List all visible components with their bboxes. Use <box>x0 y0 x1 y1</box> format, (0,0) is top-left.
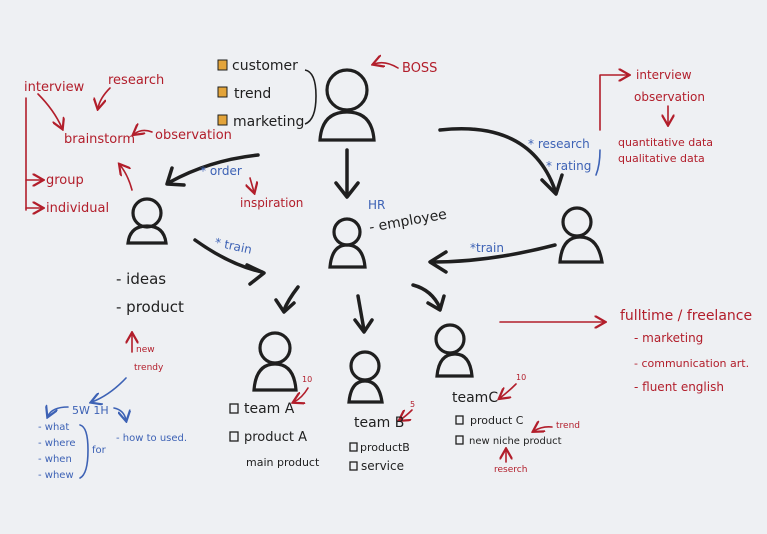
employee-to-team-b-arrow <box>353 294 374 334</box>
wh-what: - what <box>38 422 69 433</box>
team-c-name: teamC <box>452 390 498 406</box>
employee-to-team-c-arrow <box>411 283 446 312</box>
train-right-label: *train <box>470 241 504 255</box>
individual-label: individual <box>46 201 109 216</box>
org-diagram: customer trend marketing BOSS HR - emplo… <box>24 0 752 481</box>
team-c-niche-product: new niche product <box>469 436 562 447</box>
boss-pointer-arrow <box>374 63 399 69</box>
team-a-name: team A <box>244 401 295 417</box>
wh-when: - when <box>38 454 72 465</box>
person-to-brainstorm-arrow <box>120 165 133 191</box>
ideas-label: - ideas <box>116 270 166 288</box>
list-marketing: marketing <box>233 114 304 130</box>
how-to-label: - how to used. <box>116 433 187 444</box>
team-c-count: 10 <box>516 373 526 382</box>
wh-brace <box>79 424 89 479</box>
wh-where: - where <box>38 438 76 449</box>
team-c-niche-checkbox[interactable] <box>455 435 464 445</box>
qualitative-label: qualitative data <box>618 152 705 165</box>
team-b-name: team B <box>354 415 404 431</box>
five-w-arrow <box>92 377 127 402</box>
rating-connector <box>595 149 601 176</box>
rating-right: * rating <box>546 159 591 173</box>
order-label: * order <box>200 164 242 178</box>
five-w-left-arrow <box>48 407 69 416</box>
skill-english: - fluent english <box>634 380 724 394</box>
observation-left: observation <box>155 128 232 143</box>
team-c-product-checkbox[interactable] <box>455 415 464 425</box>
interview-arrow <box>37 93 62 128</box>
team-c-research: reserch <box>494 465 527 475</box>
interview-right-arrow <box>599 75 628 131</box>
list-trend: trend <box>234 86 271 102</box>
right-person-icon <box>558 206 604 264</box>
employee-to-team-a-arrow <box>274 285 300 314</box>
for-label: for <box>92 445 107 456</box>
team-a-person-icon <box>252 331 298 392</box>
team-b-product: productB <box>360 441 410 454</box>
new-label: new <box>136 345 155 355</box>
team-c-count-arrow <box>500 383 517 398</box>
trend-arrow <box>534 427 553 431</box>
trendy-label: trendy <box>134 363 164 373</box>
fulltime-label: fulltime / freelance <box>620 308 752 324</box>
marker-bullet <box>217 59 228 71</box>
skill-communication: - communication art. <box>634 357 749 370</box>
quantitative-label: quantitative data <box>618 136 713 149</box>
research-right: * research <box>528 137 590 151</box>
team-b-count: 5 <box>410 400 415 409</box>
list-brace <box>304 69 317 125</box>
observation-arrow <box>134 130 153 134</box>
team-a-checkbox[interactable] <box>229 403 239 414</box>
interview-left: interview <box>24 80 85 95</box>
inspiration-label: inspiration <box>240 196 303 210</box>
list-customer: customer <box>232 58 298 74</box>
research-left: research <box>108 73 164 88</box>
team-c-person-icon <box>434 323 474 378</box>
group-label: group <box>46 173 84 188</box>
team-a-count: 10 <box>302 375 312 384</box>
boss-person-icon <box>318 68 376 142</box>
skill-marketing: - marketing <box>634 331 703 345</box>
team-a-product: product A <box>244 430 307 445</box>
boss-label: BOSS <box>402 61 437 76</box>
five-w-right-arrow <box>113 407 126 420</box>
product-label: - product <box>116 298 184 316</box>
interview-right: interview <box>636 68 692 82</box>
hr-label: HR <box>368 198 385 212</box>
team-b-service: service <box>361 459 404 473</box>
wh-whew: - whew <box>38 470 74 481</box>
team-c-product: product C <box>470 414 524 427</box>
marker-bullet <box>217 86 228 98</box>
marker-bullet <box>217 114 228 126</box>
five-w-label: 5W 1H <box>72 404 109 417</box>
observation-right: observation <box>634 90 705 104</box>
employee-person-icon <box>328 217 367 269</box>
boss-to-employee-arrow <box>334 148 360 199</box>
team-b-product-checkbox[interactable] <box>349 442 358 452</box>
team-b-person-icon <box>347 350 384 404</box>
brainstorm-label: brainstorm <box>64 132 135 147</box>
team-a-product-checkbox[interactable] <box>229 431 239 442</box>
left-person-icon <box>126 197 168 245</box>
team-b-service-checkbox[interactable] <box>349 461 358 471</box>
team-c-trend: trend <box>556 421 580 431</box>
team-a-main-product: main product <box>246 456 320 469</box>
inspiration-pointer <box>250 177 254 192</box>
research-arrow <box>98 87 111 108</box>
